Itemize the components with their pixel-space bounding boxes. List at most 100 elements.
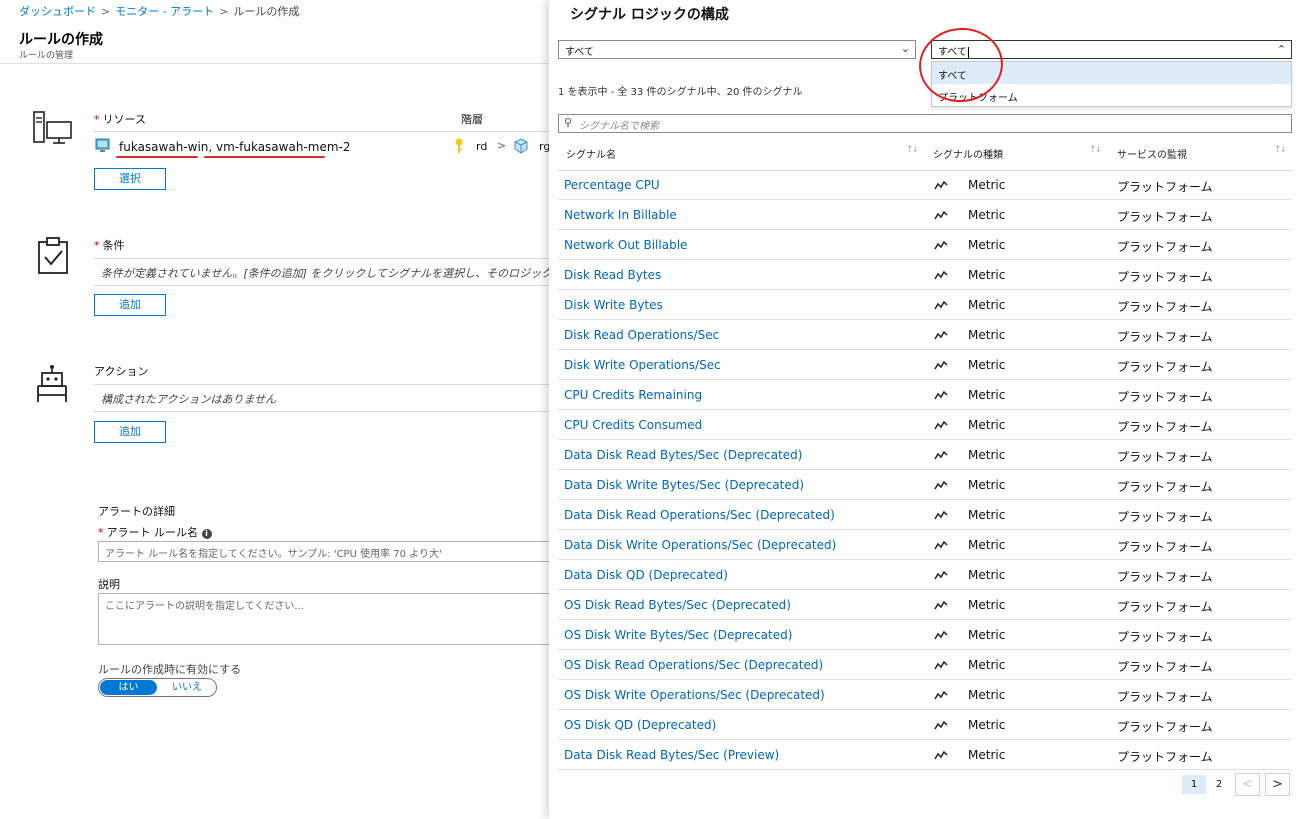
next-page-button[interactable]: >: [1265, 773, 1290, 796]
signal-name-link[interactable]: OS Disk Write Operations/Sec (Deprecated…: [564, 688, 825, 702]
monitor-service: プラットフォーム: [1117, 570, 1213, 584]
metric-chart-icon: [934, 240, 948, 250]
signal-type: Metric: [968, 388, 1006, 402]
signal-name-link[interactable]: Data Disk Read Bytes/Sec (Deprecated): [564, 448, 802, 462]
metric-chart-icon: [934, 660, 948, 670]
signal-name-link[interactable]: Data Disk Read Bytes/Sec (Preview): [564, 748, 779, 762]
monitor-service: プラットフォーム: [1117, 660, 1213, 674]
enable-toggle[interactable]: はい いいえ: [98, 678, 217, 697]
signal-name-link[interactable]: Data Disk Read Operations/Sec (Deprecate…: [564, 508, 835, 522]
signal-name-link[interactable]: OS Disk Write Bytes/Sec (Deprecated): [564, 628, 792, 642]
signal-type-select[interactable]: すべて ⌄: [558, 40, 916, 59]
condition-label: * 条件: [94, 239, 125, 252]
alert-details-heading: アラートの詳細: [98, 505, 175, 518]
signal-name-link[interactable]: Data Disk QD (Deprecated): [564, 568, 728, 582]
table-row[interactable]: Data Disk Write Operations/Sec (Deprecat…: [558, 530, 1292, 560]
add-condition-button[interactable]: 追加: [94, 294, 166, 316]
signal-type: Metric: [968, 478, 1006, 492]
signal-type: Metric: [968, 628, 1006, 642]
signal-name-link[interactable]: Disk Write Operations/Sec: [564, 358, 721, 372]
metric-chart-icon: [934, 750, 948, 760]
signal-name-link[interactable]: CPU Credits Consumed: [564, 418, 702, 432]
column-header-monitor-service[interactable]: サービスの監視: [1117, 146, 1187, 161]
monitor-service: プラットフォーム: [1117, 450, 1213, 464]
signal-name-link[interactable]: Data Disk Write Bytes/Sec (Deprecated): [564, 478, 804, 492]
page-1-button[interactable]: 1: [1182, 775, 1206, 794]
prev-page-button[interactable]: <: [1235, 773, 1260, 796]
signal-name-link[interactable]: CPU Credits Remaining: [564, 388, 702, 402]
signal-type: Metric: [968, 178, 1006, 192]
signal-search-input[interactable]: ⚲ シグナル名で検索: [558, 114, 1292, 133]
breadcrumb-dashboard[interactable]: ダッシュボード: [19, 5, 96, 18]
signal-type: Metric: [968, 448, 1006, 462]
table-row[interactable]: OS Disk Read Bytes/Sec (Deprecated) Metri…: [558, 590, 1292, 620]
table-row[interactable]: Data Disk Read Bytes/Sec (Deprecated) Met…: [558, 440, 1292, 470]
breadcrumb-current: ルールの作成: [233, 5, 300, 18]
signal-logic-panel: シグナル ロジックの構成 すべて ⌄ すべて ⌃ すべて プラットフォーム 1 …: [549, 0, 1298, 819]
table-row[interactable]: Network Out Billable Metric プラットフォーム: [558, 230, 1292, 260]
info-icon[interactable]: i: [201, 529, 212, 539]
table-row[interactable]: Network In Billable Metric プラットフォーム: [558, 200, 1292, 230]
signal-name-link[interactable]: Disk Write Bytes: [564, 298, 663, 312]
monitor-service: プラットフォーム: [1117, 390, 1213, 404]
signal-name-link[interactable]: OS Disk QD (Deprecated): [564, 718, 716, 732]
breadcrumb-alerts[interactable]: モニター - アラート: [115, 5, 214, 18]
signal-name-link[interactable]: Network Out Billable: [564, 238, 687, 252]
signal-type: Metric: [968, 418, 1006, 432]
table-row[interactable]: OS Disk Write Bytes/Sec (Deprecated) Metr…: [558, 620, 1292, 650]
signal-name-link[interactable]: OS Disk Read Bytes/Sec (Deprecated): [564, 598, 791, 612]
table-row[interactable]: CPU Credits Remaining Metric プラットフォーム: [558, 380, 1292, 410]
description-textarea[interactable]: ここにアラートの説明を指定してください...: [98, 593, 549, 645]
resource-group-icon: [514, 138, 528, 154]
hierarchy-label: 階層: [461, 113, 483, 126]
monitor-service: プラットフォーム: [1117, 240, 1213, 254]
monitor-service: プラットフォーム: [1117, 270, 1213, 284]
sort-icon[interactable]: ↑↓: [1089, 145, 1102, 155]
signal-count-text: 1 を表示中 - 全 33 件のシグナル中、20 件のシグナル: [558, 87, 803, 98]
table-row[interactable]: Data Disk Write Bytes/Sec (Deprecated) Me…: [558, 470, 1292, 500]
table-row[interactable]: Disk Read Bytes Metric プラットフォーム: [558, 260, 1292, 290]
table-row[interactable]: Data Disk Read Operations/Sec (Deprecate…: [558, 500, 1292, 530]
column-header-signal-name[interactable]: シグナル名: [566, 146, 616, 161]
signal-name-link[interactable]: OS Disk Read Operations/Sec (Deprecated): [564, 658, 823, 672]
signal-type: Metric: [968, 238, 1006, 252]
table-row[interactable]: CPU Credits Consumed Metric プラットフォーム: [558, 410, 1292, 440]
table-row[interactable]: Disk Write Bytes Metric プラットフォーム: [558, 290, 1292, 320]
table-row[interactable]: Data Disk Read Bytes/Sec (Preview) Metric…: [558, 740, 1292, 770]
sort-icon[interactable]: ↑↓: [906, 145, 919, 155]
table-row[interactable]: Data Disk QD (Deprecated) Metric プラットフォーム: [558, 560, 1292, 590]
table-row[interactable]: OS Disk QD (Deprecated) Metric プラットフォーム: [558, 710, 1292, 740]
metric-chart-icon: [934, 300, 948, 310]
table-row[interactable]: Disk Write Operations/Sec Metric プラットフォーム: [558, 350, 1292, 380]
table-row[interactable]: Percentage CPU Metric プラットフォーム: [558, 170, 1292, 200]
table-row[interactable]: OS Disk Read Operations/Sec (Deprecated)…: [558, 650, 1292, 680]
signal-name-link[interactable]: Disk Read Bytes: [564, 268, 661, 282]
signal-name-link[interactable]: Data Disk Write Operations/Sec (Deprecat…: [564, 538, 836, 552]
sort-icon[interactable]: ↑↓: [1274, 145, 1287, 155]
hierarchy-separator: >: [497, 139, 507, 152]
key-icon: [455, 138, 463, 153]
page-2-button[interactable]: 2: [1209, 775, 1229, 794]
signal-name-link[interactable]: Network In Billable: [564, 208, 677, 222]
monitor-service: プラットフォーム: [1117, 750, 1213, 764]
hierarchy-rg: rg: [539, 140, 549, 153]
toggle-no[interactable]: いいえ: [159, 680, 215, 695]
page-subtitle: ルールの管理: [19, 51, 74, 61]
resource-name[interactable]: fukasawah-win, vm-fukasawah-mem-2: [119, 140, 351, 154]
description-label: 説明: [98, 578, 120, 591]
divider: [94, 384, 549, 385]
divider: [94, 411, 549, 412]
hierarchy-rd: rd: [476, 140, 488, 153]
add-action-button[interactable]: 追加: [94, 421, 166, 443]
signal-name-link[interactable]: Percentage CPU: [564, 178, 660, 192]
action-empty-text: 構成されたアクションはありません: [101, 393, 277, 406]
table-row[interactable]: Disk Read Operations/Sec Metric プラットフォーム: [558, 320, 1292, 350]
rule-name-input[interactable]: アラート ルール名を指定してください。サンプル: 'CPU 使用率 70 より大…: [98, 541, 549, 562]
column-header-signal-type[interactable]: シグナルの種類: [933, 146, 1003, 161]
table-row[interactable]: OS Disk Write Operations/Sec (Deprecated…: [558, 680, 1292, 710]
signal-name-link[interactable]: Disk Read Operations/Sec: [564, 328, 719, 342]
signal-type: Metric: [968, 598, 1006, 612]
metric-chart-icon: [934, 510, 948, 520]
toggle-yes[interactable]: はい: [100, 680, 157, 695]
select-resource-button[interactable]: 選択: [94, 168, 166, 190]
